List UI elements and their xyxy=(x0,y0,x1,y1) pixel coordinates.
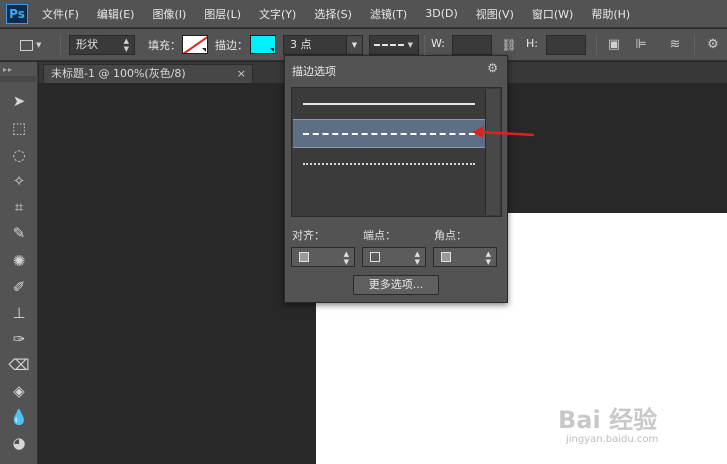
mode-select[interactable]: 形状 ▲ ▼ xyxy=(69,35,135,55)
move-tool-icon[interactable]: ➤ xyxy=(8,90,30,112)
width-label: W: xyxy=(431,37,445,50)
menu-edit[interactable]: 编辑(E) xyxy=(97,6,135,22)
height-label: H: xyxy=(526,37,538,50)
caps-label: 端点： xyxy=(363,229,396,242)
gear-icon[interactable]: ⚙ xyxy=(704,36,722,54)
more-options-button[interactable]: 更多选项... xyxy=(353,275,439,295)
menu-view[interactable]: 视图(V) xyxy=(476,6,514,22)
path-alignment-icon[interactable]: ⊫ xyxy=(632,36,650,54)
align-inside-icon xyxy=(299,252,309,262)
gear-icon[interactable]: ⚙ xyxy=(487,61,498,75)
chevron-down-icon[interactable]: ▼ xyxy=(346,36,362,54)
corners-select[interactable]: ▲ ▼ xyxy=(433,247,497,267)
clone-stamp-tool-icon[interactable]: ⊥ xyxy=(8,302,30,324)
menu-filter[interactable]: 滤镜(T) xyxy=(370,6,407,22)
divider xyxy=(424,35,425,55)
stroke-style-solid[interactable] xyxy=(293,89,485,118)
dodge-tool-icon[interactable]: ◕ xyxy=(8,432,30,454)
dropdown-corner-icon xyxy=(270,48,274,52)
dropdown-corner-icon xyxy=(202,48,206,52)
menu-window[interactable]: 窗口(W) xyxy=(532,6,573,22)
stroke-options-popup: 描边选项 ⚙ 对齐： 端点： 角点： ▲ ▼ ▲ ▼ ▲ ▼ 更多选项... xyxy=(284,55,508,303)
tools-panel: ▸▸ ➤ ⬚ ◌ ✧ ⌗ ✎ ✺ ✐ ⊥ ✑ ⌫ ◈ 💧 ◕ xyxy=(0,62,38,464)
align-select[interactable]: ▲ ▼ xyxy=(291,247,355,267)
menu-help[interactable]: 帮助(H) xyxy=(591,6,630,22)
stroke-style-list xyxy=(291,87,502,217)
height-input[interactable] xyxy=(546,35,586,55)
fill-label: 填充： xyxy=(148,39,181,52)
stroke-size-value: 3 点 xyxy=(290,38,312,51)
stroke-color-swatch[interactable] xyxy=(250,35,276,54)
tool-preset-picker[interactable]: ▼ xyxy=(18,36,48,54)
chevron-down-icon: ▼ xyxy=(36,41,42,49)
divider xyxy=(596,35,597,55)
watermark-url: jingyan.baidu.com xyxy=(566,434,659,445)
miter-join-icon xyxy=(441,252,451,262)
menu-file[interactable]: 文件(F) xyxy=(42,6,79,22)
chevron-down-icon: ▼ xyxy=(407,41,413,49)
mode-value: 形状 xyxy=(76,38,98,51)
dashed-line-icon xyxy=(374,44,404,46)
stroke-style-dashed[interactable] xyxy=(293,119,485,148)
stroke-style-dotted[interactable] xyxy=(293,149,485,178)
updown-icon: ▲ ▼ xyxy=(485,250,491,266)
updown-icon: ▲ ▼ xyxy=(414,250,420,266)
fill-swatch[interactable] xyxy=(182,35,208,54)
divider xyxy=(60,35,61,55)
stroke-size-field[interactable]: 3 点 ▼ xyxy=(283,35,363,55)
photoshop-logo: Ps xyxy=(6,3,28,24)
magic-wand-tool-icon[interactable]: ✧ xyxy=(8,170,30,192)
marquee-tool-icon[interactable]: ⬚ xyxy=(8,117,30,139)
width-input[interactable] xyxy=(452,35,492,55)
history-brush-tool-icon[interactable]: ✑ xyxy=(8,328,30,350)
menu-3d[interactable]: 3D(D) xyxy=(425,7,458,20)
menu-select[interactable]: 选择(S) xyxy=(314,6,352,22)
paint-bucket-tool-icon[interactable]: ◈ xyxy=(8,380,30,402)
corners-label: 角点： xyxy=(434,229,467,242)
watermark-brand: Bai 经验 xyxy=(558,406,658,434)
dashed-line-icon xyxy=(303,133,475,135)
align-label: 对齐： xyxy=(292,229,325,242)
rectangle-tool-icon xyxy=(20,39,33,51)
panel-grip-icon[interactable]: ▸▸ xyxy=(3,65,13,74)
eraser-tool-icon[interactable]: ⌫ xyxy=(8,354,30,376)
solid-line-icon xyxy=(303,103,475,105)
document-title: 未标题-1 @ 100%(灰色/8) xyxy=(51,67,186,80)
eyedropper-tool-icon[interactable]: ✎ xyxy=(8,222,30,244)
stroke-type-select[interactable]: ▼ xyxy=(369,35,419,55)
blur-tool-icon[interactable]: 💧 xyxy=(8,406,30,428)
lasso-tool-icon[interactable]: ◌ xyxy=(8,144,30,166)
baidu-watermark: Bai 经验 jingyan.baidu.com xyxy=(556,398,726,458)
crop-tool-icon[interactable]: ⌗ xyxy=(8,196,30,218)
path-operations-icon[interactable]: ▣ xyxy=(605,36,623,54)
popup-title: 描边选项 xyxy=(292,65,336,78)
annotation-arrow-icon xyxy=(472,126,535,138)
brush-tool-icon[interactable]: ✐ xyxy=(8,276,30,298)
butt-cap-icon xyxy=(370,252,380,262)
link-icon[interactable]: ⛓ xyxy=(501,38,517,52)
menu-bar: Ps 文件(F) 编辑(E) 图像(I) 图层(L) 文字(Y) 选择(S) 滤… xyxy=(0,0,727,28)
list-scrollbar[interactable] xyxy=(485,89,500,215)
updown-icon: ▲ ▼ xyxy=(123,37,129,53)
divider xyxy=(694,35,695,55)
document-tab[interactable]: 未标题-1 @ 100%(灰色/8) × xyxy=(43,64,253,83)
healing-brush-tool-icon[interactable]: ✺ xyxy=(8,250,30,272)
panel-header[interactable] xyxy=(0,76,38,82)
path-arrangement-icon[interactable]: ≋ xyxy=(666,36,684,54)
dotted-line-icon xyxy=(303,163,475,165)
stroke-label: 描边： xyxy=(215,39,248,52)
updown-icon: ▲ ▼ xyxy=(343,250,349,266)
menu-layer[interactable]: 图层(L) xyxy=(204,6,241,22)
caps-select[interactable]: ▲ ▼ xyxy=(362,247,426,267)
close-icon[interactable]: × xyxy=(237,65,246,83)
menu-image[interactable]: 图像(I) xyxy=(152,6,186,22)
menu-type[interactable]: 文字(Y) xyxy=(259,6,296,22)
